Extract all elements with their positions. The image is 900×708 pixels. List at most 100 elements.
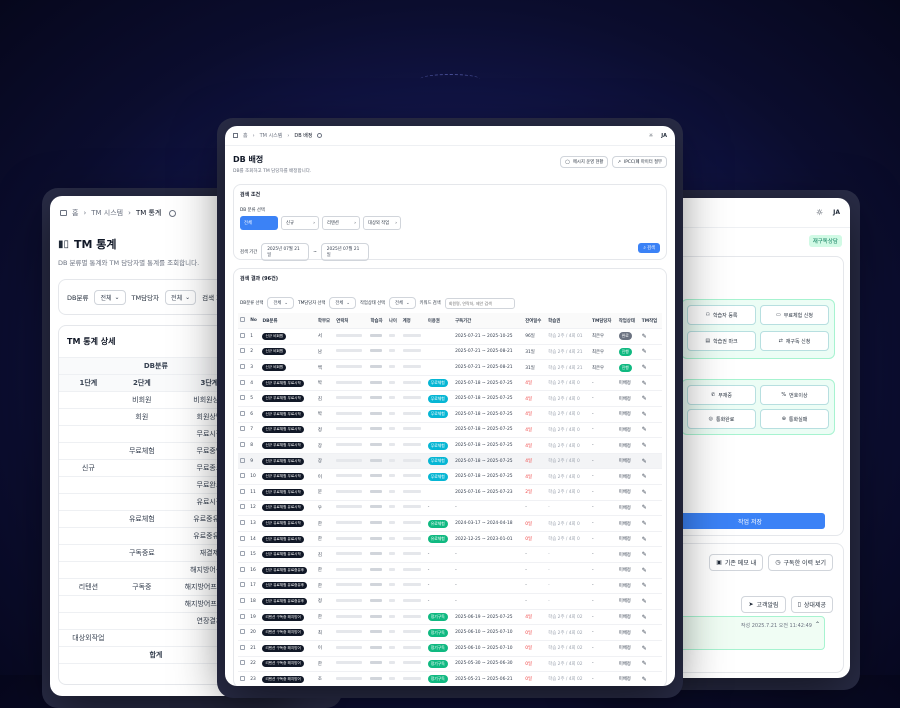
row-checkbox[interactable] xyxy=(240,379,245,385)
notify-button[interactable]: ➤ 고객알림 xyxy=(741,596,786,613)
row-checkbox[interactable] xyxy=(240,597,245,603)
table-row[interactable]: 9 신규 무료체험 무료시작 장 무료체험 2025-07-18 ~ 2025-07-2… xyxy=(238,453,662,470)
memo-history-item[interactable]: 작성 2025.7.21 오전 11:42:49 ⌃ xyxy=(675,616,825,650)
edit-icon[interactable]: ✎ xyxy=(642,598,647,605)
row-checkbox[interactable] xyxy=(240,613,245,619)
column-header[interactable]: TM작업 xyxy=(639,313,662,330)
edit-icon[interactable]: ✎ xyxy=(642,676,647,683)
table-row[interactable]: 6 신규 무료체험 무료시작 박 무료체험 2025-07-18 ~ 2025-07-2… xyxy=(238,406,662,423)
row-checkbox[interactable] xyxy=(240,644,245,650)
breadcrumb-system[interactable]: TM 시스템 xyxy=(260,132,283,139)
sidebar-toggle-icon[interactable] xyxy=(60,210,67,216)
edit-icon[interactable]: ✎ xyxy=(642,364,647,371)
row-checkbox[interactable] xyxy=(240,348,245,354)
date-from-input[interactable]: 2025년 07월 21일 xyxy=(261,243,310,261)
edit-icon[interactable]: ✎ xyxy=(642,520,647,527)
table-row[interactable]: 19 리텐션 구독중 해지방어 한 정기구독 2025-06-19 ~ 2025-07-… xyxy=(238,609,662,626)
column-header[interactable]: 학습자 xyxy=(368,313,387,330)
step-all[interactable]: 전체 xyxy=(240,216,278,230)
sidebar-toggle-icon[interactable] xyxy=(233,133,238,138)
column-header[interactable]: 나이 xyxy=(386,313,401,330)
table-row[interactable]: 15 신규 유료체험 유료시작 김 - - - - - 미배정 ✎ xyxy=(238,546,662,563)
column-header[interactable]: 계정 xyxy=(400,313,426,330)
column-header[interactable]: DB분류 xyxy=(260,313,316,330)
row-checkbox[interactable] xyxy=(240,675,245,681)
edit-icon[interactable]: ✎ xyxy=(642,473,647,480)
column-header[interactable]: 구독기간 xyxy=(453,313,524,330)
theme-toggle-icon[interactable]: ☼ xyxy=(649,133,653,139)
table-row[interactable]: 10 신규 무료체험 무료시작 이 무료체험 2025-07-18 ~ 2025-07-… xyxy=(238,468,662,486)
column-header[interactable]: 잔여일수 xyxy=(523,313,547,330)
table-row[interactable]: 21 리텐션 구독중 해지방어 이 정기구독 2025-06-10 ~ 2025-07-… xyxy=(238,640,662,657)
table-row[interactable]: 3 신규 비회원 백 2025-07-21 ~ 2025-08-21 31일 학습 2주 … xyxy=(238,359,662,376)
row-checkbox[interactable] xyxy=(240,582,245,588)
row-checkbox[interactable] xyxy=(240,504,245,510)
edit-icon[interactable]: ✎ xyxy=(642,489,647,496)
table-row[interactable]: 5 신규 무료체험 무료시작 김 무료체험 2025-07-18 ~ 2025-07-2… xyxy=(238,390,662,408)
row-checkbox[interactable] xyxy=(240,395,245,401)
ticket-button[interactable]: ▤ 학습권 마크 xyxy=(687,331,756,351)
table-row[interactable]: 20 리텐션 구독중 해지방어 최 정기구독 2025-06-10 ~ 2025-07-… xyxy=(238,624,662,641)
edit-icon[interactable]: ✎ xyxy=(642,567,647,574)
date-to-input[interactable]: 2025년 07월 21일 xyxy=(320,243,369,261)
table-row[interactable]: 13 신규 유료체험 유료시작 한 유료체험 2024-03-17 ~ 2024-04-… xyxy=(238,515,662,532)
row-checkbox[interactable] xyxy=(240,488,245,494)
table-row[interactable]: 16 신규 유료체험 유료중유후 한 - - - - - 미배정 ✎ xyxy=(238,562,662,579)
row-checkbox[interactable] xyxy=(240,629,245,635)
table-row[interactable]: 11 신규 무료체험 무료시작 문 2025-07-16 ~ 2025-07-23 2일… xyxy=(238,484,662,501)
chevron-up-icon[interactable]: ⌃ xyxy=(815,621,820,628)
edit-icon[interactable]: ✎ xyxy=(642,395,647,402)
row-checkbox[interactable] xyxy=(240,410,245,416)
table-row[interactable]: 7 신규 무료체험 무료시작 정 2025-07-18 ~ 2025-07-25 4일 학… xyxy=(238,422,662,439)
edit-icon[interactable]: ✎ xyxy=(642,660,647,667)
memo-history-button[interactable]: ▣ 기존 메모 내 xyxy=(709,554,764,571)
edit-icon[interactable]: ✎ xyxy=(642,536,647,543)
call-fail-button[interactable]: ⊕ 통화실패 xyxy=(760,409,829,429)
edit-icon[interactable]: ✎ xyxy=(642,333,647,340)
edit-icon[interactable]: ✎ xyxy=(642,614,647,621)
theme-toggle-icon[interactable]: ☼ xyxy=(816,208,823,217)
column-header[interactable]: TM담당자 xyxy=(589,313,617,330)
select-all-checkbox[interactable] xyxy=(240,317,245,323)
table-row[interactable]: 4 신규 무료체험 무료시작 박 무료체험 2025-07-18 ~ 2025-07-2… xyxy=(238,375,662,392)
edit-icon[interactable]: ✎ xyxy=(642,458,647,465)
edit-icon[interactable]: ✎ xyxy=(642,645,647,652)
avatar[interactable]: JA xyxy=(833,209,840,216)
table-row[interactable]: 17 신규 유료체험 유료중유후 한 - - - - - 미배정 ✎ xyxy=(238,578,662,595)
keyword-search-input[interactable] xyxy=(444,297,515,309)
row-checkbox[interactable] xyxy=(240,551,245,557)
db-class-select[interactable]: 전체 ⌄ xyxy=(94,289,126,305)
row-checkbox[interactable] xyxy=(240,332,245,338)
row-checkbox[interactable] xyxy=(240,364,245,370)
step-other[interactable]: 대상외 작업 › xyxy=(363,216,401,230)
step-new[interactable]: 신규 › xyxy=(281,216,319,230)
edit-icon[interactable]: ✎ xyxy=(642,380,647,387)
column-header[interactable]: 작업상태 xyxy=(616,313,640,330)
row-checkbox[interactable] xyxy=(240,566,245,572)
row-checkbox[interactable] xyxy=(240,457,245,463)
free-trial-button[interactable]: ▭ 무료체험 신청 xyxy=(760,305,829,325)
edit-icon[interactable]: ✎ xyxy=(642,629,647,636)
search-button[interactable]: ⌕ 검색 xyxy=(638,243,660,253)
filter-status-select[interactable]: 전체 ⌄ xyxy=(389,297,416,309)
column-header[interactable]: 연락처 xyxy=(334,313,369,330)
column-header[interactable]: 학습권 xyxy=(546,313,590,330)
step-retention[interactable]: 리텐션 › xyxy=(322,216,360,230)
row-checkbox[interactable] xyxy=(240,442,245,448)
column-header[interactable]: 이용권 xyxy=(425,313,454,330)
resubscribe-button[interactable]: ⇄ 재구독 신청 xyxy=(760,331,829,351)
breadcrumb-home[interactable]: 홈 xyxy=(72,208,78,218)
row-checkbox[interactable] xyxy=(240,660,245,666)
call-complete-button[interactable]: ◎ 통화완료 xyxy=(687,409,756,429)
table-row[interactable]: 14 신규 유료체험 유료시작 한 유료체험 2022-12-25 ~ 2023-01-… xyxy=(238,531,662,548)
message-status-button[interactable]: ◯ 메시지 운영 현황 xyxy=(560,156,609,168)
breadcrumb-home[interactable]: 홈 xyxy=(243,132,248,139)
table-row[interactable]: 2 신규 비회원 남 2025-07-21 ~ 2025-08-21 31일 학습 2주 … xyxy=(238,344,662,361)
edit-icon[interactable]: ✎ xyxy=(642,551,647,558)
filter-db-select[interactable]: 전체 ⌄ xyxy=(267,297,294,309)
subscription-history-button[interactable]: ◷ 구독한 이력 보기 xyxy=(768,554,833,571)
edit-icon[interactable]: ✎ xyxy=(642,442,647,449)
edit-icon[interactable]: ✎ xyxy=(642,426,647,433)
table-row[interactable]: 12 신규 유료체험 유료시작 우 - - - - - 미배정 ✎ xyxy=(238,500,662,517)
table-row[interactable]: 18 신규 유료체험 유료중유후 정 - - - - - 미배정 ✎ xyxy=(238,593,662,610)
